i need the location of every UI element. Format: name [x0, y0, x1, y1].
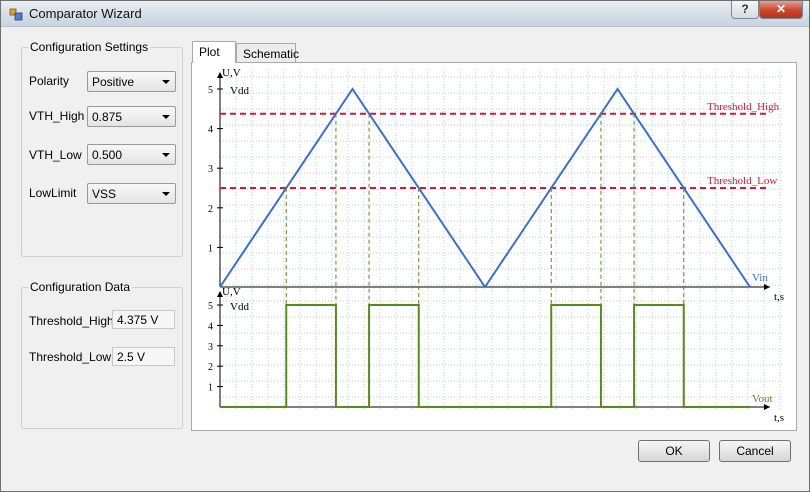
threshold-high-field[interactable]: 4.375 V: [112, 310, 175, 329]
y-tick-label: 5: [208, 301, 213, 312]
chevron-down-icon: [162, 115, 170, 119]
ok-button[interactable]: OK: [638, 440, 710, 462]
plot-panel: U,V t,s Vdd 1 2 3 4 5 Threshold_High Threshold_Lo…: [191, 62, 797, 431]
comparator-wizard-window: Comparator Wizard ? ✕ Configuration Sett…: [0, 0, 810, 492]
vth-low-select[interactable]: 0.500: [87, 144, 176, 165]
configuration-settings-title: Configuration Settings: [28, 40, 151, 54]
vdd-label: Vdd: [230, 85, 249, 97]
lowlimit-select[interactable]: VSS: [87, 183, 176, 204]
plot-grid: [220, 69, 782, 409]
x-axis-label: t,s: [774, 291, 784, 303]
vth-high-label: VTH_High: [29, 109, 85, 123]
y-axis-label: U,V: [222, 286, 241, 298]
threshold-high-label: Threshold_High: [29, 314, 114, 328]
y-tick-label: 4: [208, 125, 213, 136]
chevron-down-icon: [162, 80, 170, 84]
y-tick-label: 1: [208, 383, 213, 394]
app-icon: [9, 8, 23, 21]
vth-low-value: 0.500: [92, 148, 123, 162]
configuration-data-title: Configuration Data: [28, 280, 133, 294]
close-button[interactable]: ✕: [759, 1, 803, 19]
threshold-label: Threshold_Low: [707, 175, 777, 187]
cancel-button[interactable]: Cancel: [719, 440, 791, 462]
title-bar[interactable]: Comparator Wizard ? ✕: [1, 1, 809, 27]
threshold-low-label: Threshold_Low: [29, 350, 112, 364]
vth-high-value: 0.875: [92, 110, 123, 124]
vdd-label: Vdd: [230, 301, 249, 313]
vth-low-label: VTH_Low: [29, 148, 82, 162]
threshold-label: Threshold_High: [707, 101, 780, 113]
series-label: Vout: [752, 393, 773, 405]
chevron-down-icon: [162, 192, 170, 196]
window-title: Comparator Wizard: [29, 6, 142, 21]
threshold-low-field[interactable]: 2.5 V: [112, 347, 175, 366]
y-tick-label: 5: [208, 85, 213, 96]
comparator-plot: U,V t,s Vdd 1 2 3 4 5 Threshold_High Threshold_Lo…: [208, 67, 784, 424]
chevron-down-icon: [162, 153, 170, 157]
y-tick-label: 4: [208, 321, 213, 332]
x-axis-label: t,s: [774, 412, 784, 424]
tab-schematic[interactable]: Schematic: [236, 43, 299, 63]
vth-high-select[interactable]: 0.875: [87, 106, 176, 127]
help-button[interactable]: ?: [731, 1, 759, 19]
y-tick-label: 3: [208, 342, 213, 353]
y-tick-label: 2: [208, 362, 213, 373]
polarity-value: Positive: [92, 75, 135, 89]
lowlimit-label: LowLimit: [29, 186, 77, 200]
y-tick-label: 3: [208, 164, 213, 175]
tab-plot[interactable]: Plot: [192, 41, 236, 63]
y-tick-label: 1: [208, 243, 213, 254]
series-line-vout: [220, 304, 750, 408]
polarity-label: Polarity: [29, 74, 70, 88]
polarity-select[interactable]: Positive: [87, 71, 176, 92]
lowlimit-value: VSS: [92, 187, 117, 201]
y-axis-label: U,V: [222, 67, 241, 79]
series-label: Vin: [752, 272, 768, 284]
y-tick-label: 2: [208, 204, 213, 215]
